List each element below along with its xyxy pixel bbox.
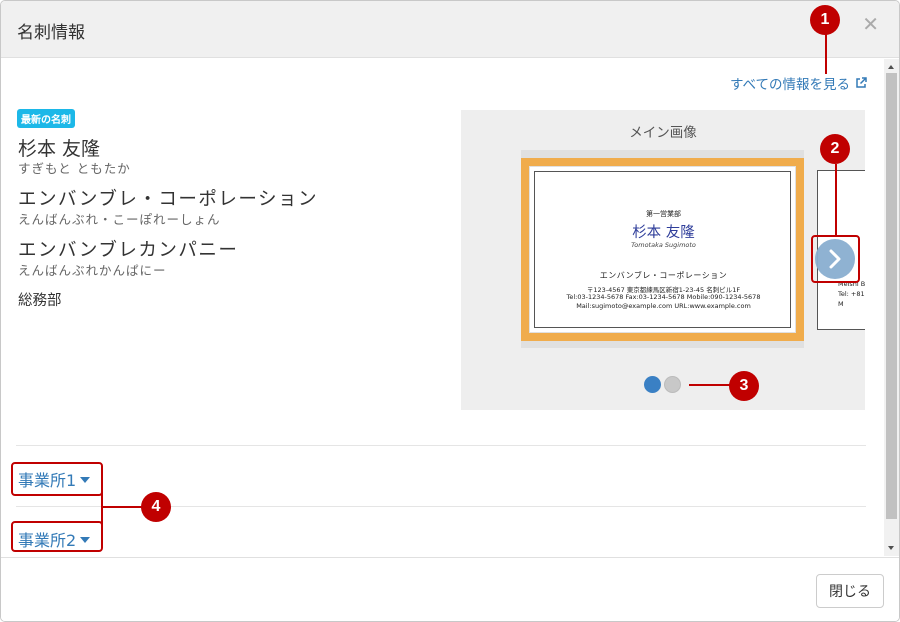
carousel-indicators <box>644 376 681 393</box>
callout-2: 2 <box>820 134 850 164</box>
callout-4-bracket <box>101 479 103 539</box>
business-card-image: 第一営業部 杉本 友隆 Tomotaka Sugimoto エンバンブレ・コーポ… <box>529 166 796 333</box>
carousel-dot-2[interactable] <box>664 376 681 393</box>
callout-4-leader <box>103 506 143 508</box>
dialog-header: 名刺情報 ✕ <box>1 1 899 58</box>
scrollbar-thumb[interactable] <box>886 73 897 519</box>
section-divider <box>16 445 866 446</box>
next-card-text: Tel: +81 <box>838 290 865 298</box>
dialog-body: すべての情報を見る 最新の名刺 杉本 友隆 すぎもと ともたか エンバンブレ・コ… <box>1 59 885 556</box>
callout-1: 1 <box>810 5 840 35</box>
next-card-text: M <box>838 300 844 308</box>
card-romaji: Tomotaka Sugimoto <box>631 241 696 249</box>
scroll-down-arrow-icon[interactable] <box>888 546 894 550</box>
callout-4: 4 <box>141 492 171 522</box>
person-name: 杉本 友隆 <box>18 138 101 160</box>
callout-1-leader <box>825 34 827 74</box>
card-inner-border: 第一営業部 杉本 友隆 Tomotaka Sugimoto エンバンブレ・コーポ… <box>534 171 791 328</box>
company-name-2-kana: えんばんぶれかんぱにー <box>18 263 167 278</box>
card-department: 第一営業部 <box>646 210 681 218</box>
callout-4-highlight-2 <box>11 521 103 552</box>
person-name-kana: すぎもと ともたか <box>18 161 131 176</box>
all-info-link[interactable]: すべての情報を見る <box>730 73 867 93</box>
carousel-slide-1: 第一営業部 杉本 友隆 Tomotaka Sugimoto エンバンブレ・コーポ… <box>521 150 804 348</box>
all-info-label: すべての情報を見る <box>729 77 850 93</box>
callout-2-highlight <box>811 235 860 283</box>
callout-2-leader <box>835 164 837 236</box>
latest-card-badge: 最新の名刺 <box>17 109 75 128</box>
card-phone: Tel:03-1234-5678 Fax:03-1234-5678 Mobile… <box>566 293 761 301</box>
business-card-dialog: 名刺情報 ✕ すべての情報を見る 最新の名刺 杉本 友隆 すぎもと ともたか エ… <box>0 0 900 622</box>
close-button[interactable]: 閉じる <box>816 574 884 608</box>
department: 総務部 <box>18 293 62 309</box>
callout-3-leader <box>689 384 731 386</box>
main-image-label: メイン画像 <box>629 125 697 141</box>
dialog-title: 名刺情報 <box>17 23 85 43</box>
card-person-name: 杉本 友隆 <box>632 225 695 241</box>
company-name-1-kana: えんばんぶれ・こーぽれーしょん <box>18 212 221 227</box>
callout-4-highlight-1 <box>11 462 103 496</box>
company-name-2: エンバンブレカンパニー <box>18 240 239 261</box>
card-image-carousel: メイン画像 第一営業部 杉本 友隆 Tomotaka Sugimoto エンバン… <box>461 110 865 410</box>
scroll-up-arrow-icon[interactable] <box>888 65 894 69</box>
vertical-scrollbar[interactable] <box>884 59 899 556</box>
carousel-dot-1[interactable] <box>644 376 661 393</box>
close-icon[interactable]: ✕ <box>862 14 879 34</box>
external-link-icon <box>856 77 867 88</box>
company-name-1: エンバンブレ・コーポレーション <box>18 189 319 210</box>
card-company: エンバンブレ・コーポレーション <box>599 271 728 280</box>
card-image-frame: 第一営業部 杉本 友隆 Tomotaka Sugimoto エンバンブレ・コーポ… <box>521 158 804 341</box>
dialog-footer: 閉じる <box>1 557 899 621</box>
callout-3: 3 <box>729 371 759 401</box>
card-mail: Mail:sugimoto@example.com URL:www.exampl… <box>576 302 751 310</box>
